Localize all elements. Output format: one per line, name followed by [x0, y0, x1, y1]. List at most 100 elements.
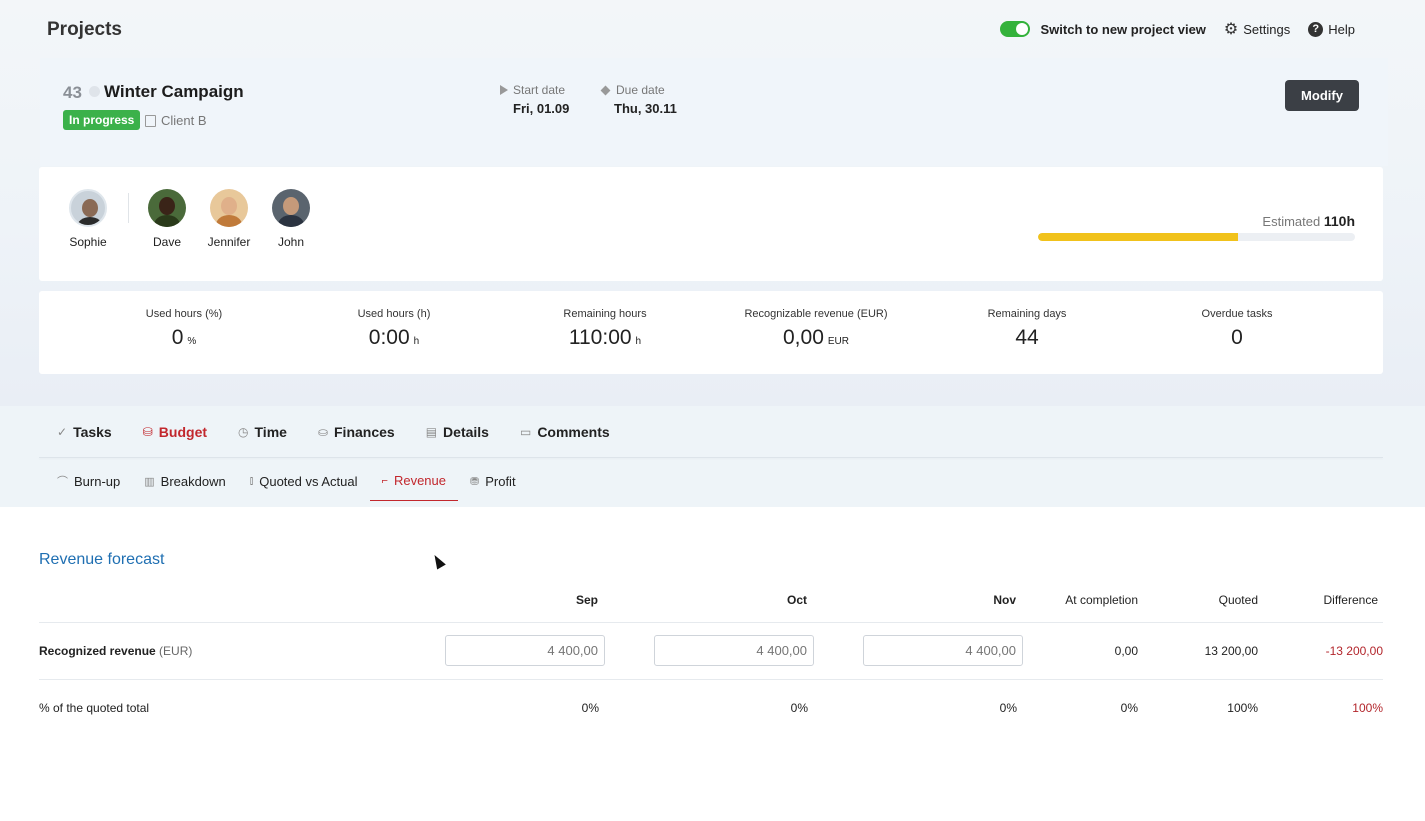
tab-label: Tasks: [73, 424, 112, 440]
client-name: Client B: [161, 113, 207, 128]
estimated-label: Estimated: [1262, 214, 1321, 229]
kpi-value: 0%: [79, 326, 289, 350]
pct-quoted: 100%: [1227, 701, 1258, 715]
kpi-remaining-days: Remaining days 44: [922, 308, 1132, 350]
col-oct: Oct: [786, 593, 807, 607]
kpi-unit: h: [635, 336, 642, 347]
kpi-value: 44: [922, 326, 1132, 350]
new-view-switch[interactable]: Switch to new project view: [999, 21, 1206, 37]
subtab-revenue[interactable]: ⌐ Revenue: [369, 473, 458, 501]
play-icon: [500, 85, 508, 95]
tab-label: Budget: [158, 424, 208, 440]
status-badge: In progress: [63, 110, 141, 130]
subtab-quoted-vs-actual[interactable]: ⫾ Quoted vs Actual: [238, 473, 370, 501]
kpi-label: Recognizable revenue (EUR): [744, 308, 888, 320]
pct-sep: 0%: [581, 701, 599, 715]
due-date-value: Thu, 30.11: [614, 101, 677, 116]
difference-value: -13 200,00: [1325, 644, 1383, 658]
page-title: Projects: [47, 19, 122, 40]
col-difference: Difference: [1323, 593, 1378, 607]
col-quoted: Quoted: [1218, 593, 1258, 607]
diamond-icon: [600, 85, 611, 95]
kpi-unit: %: [187, 336, 197, 347]
tab-finances[interactable]: ⛀ Finances: [318, 424, 395, 440]
kpi-number: 0:00: [368, 326, 410, 349]
modify-button[interactable]: Modify: [1285, 80, 1359, 111]
help-link[interactable]: ? Help: [1308, 21, 1355, 37]
team-card: Sophie Dave Jennifer John Estimated 110h: [39, 167, 1383, 281]
client[interactable]: Client B: [145, 113, 207, 128]
estimated-hours: Estimated 110h: [1262, 213, 1355, 229]
kpi-recognizable-revenue: Recognizable revenue (EUR) 0,00 EUR: [711, 308, 921, 350]
clock-icon: ◷: [238, 425, 249, 439]
kpi-value: 0,00 EUR: [711, 326, 921, 350]
kpi-remaining-hours: Remaining hours 110:00 h: [500, 308, 710, 350]
kpi-card: Used hours (%) 0% Used hours (h) 0:00 h R…: [39, 291, 1383, 374]
revenue-input-nov[interactable]: [863, 635, 1023, 666]
tab-details[interactable]: ▤ Details: [426, 424, 489, 440]
top-bar: Projects Switch to new project view ⚙ Se…: [0, 0, 1425, 58]
col-sep: Sep: [575, 593, 598, 607]
kpi-unit: EUR: [827, 336, 849, 347]
member-name: Sophie: [69, 235, 107, 249]
member-sophie[interactable]: Sophie: [58, 189, 118, 249]
tab-label: Comments: [537, 424, 610, 440]
pct-at-completion: 0%: [1120, 701, 1138, 715]
burnup-icon: ⌒: [57, 476, 68, 488]
kpi-number: 44: [1015, 326, 1039, 349]
kpi-value: 0:00 h: [289, 326, 499, 350]
top-actions: Switch to new project view ⚙ Settings ? …: [999, 19, 1355, 39]
toggle-icon[interactable]: [999, 21, 1030, 37]
hours-progress-bar: [1038, 233, 1355, 241]
kpi-label: Used hours (h): [357, 308, 431, 320]
start-date: Start date Fri, 01.09: [500, 83, 569, 116]
project-id: 43: [63, 83, 82, 102]
due-date-label: Due date: [616, 83, 665, 97]
divider: [39, 679, 1383, 680]
tab-label: Time: [254, 424, 287, 440]
estimated-value: 110h: [1323, 213, 1355, 229]
member-name: John: [277, 235, 305, 249]
subtab-breakdown[interactable]: ▥ Breakdown: [132, 473, 237, 501]
divider: [39, 457, 1383, 458]
cash-icon: ⛃: [470, 475, 480, 488]
member-john[interactable]: John: [261, 189, 321, 249]
member-name: Jennifer: [207, 235, 251, 249]
project-header-area: Projects Switch to new project view ⚙ Se…: [0, 0, 1425, 406]
subtab-label: Quoted vs Actual: [259, 473, 358, 489]
revenue-content: Revenue forecast Sep Oct Nov At completi…: [0, 507, 1425, 821]
divider: [128, 193, 129, 223]
row-recognized-revenue-label: Recognized revenue (EUR): [39, 644, 192, 658]
avatar: [210, 189, 248, 227]
kpi-number: 110:00: [568, 326, 632, 349]
revenue-input-oct[interactable]: [654, 635, 814, 666]
avatar: [69, 189, 107, 227]
subtab-profit[interactable]: ⛃ Profit: [458, 473, 528, 501]
subtab-label: Burn-up: [74, 473, 121, 489]
tab-budget[interactable]: ⛁ Budget: [143, 424, 207, 440]
kpi-label: Remaining days: [987, 308, 1067, 320]
member-dave[interactable]: Dave: [137, 189, 197, 249]
kpi-unit: h: [413, 336, 420, 347]
compare-icon: ⫾: [249, 474, 254, 487]
member-jennifer[interactable]: Jennifer: [199, 189, 259, 249]
col-nov: Nov: [993, 593, 1016, 607]
tab-label: Finances: [334, 424, 395, 440]
switch-label: Switch to new project view: [1040, 21, 1206, 37]
building-icon: [145, 114, 156, 127]
tab-comments[interactable]: ▭ Comments: [520, 424, 610, 440]
subtab-label: Profit: [485, 473, 516, 489]
tab-time[interactable]: ◷ Time: [238, 424, 287, 440]
settings-link[interactable]: ⚙ Settings: [1224, 19, 1290, 39]
revenue-input-sep[interactable]: [445, 635, 605, 666]
document-icon: ▤: [425, 425, 438, 439]
subtab-burn-up[interactable]: ⌒ Burn-up: [57, 473, 132, 501]
pct-oct: 0%: [790, 701, 808, 715]
settings-label: Settings: [1243, 21, 1291, 37]
coins-icon: ⛀: [317, 425, 328, 439]
row-label-text: Recognized revenue: [39, 644, 156, 658]
kpi-number: 0,00: [783, 326, 824, 349]
kpi-label: Remaining hours: [563, 308, 647, 320]
tab-tasks[interactable]: ✓ Tasks: [57, 424, 112, 440]
kpi-used-hours: Used hours (h) 0:00 h: [289, 308, 499, 350]
